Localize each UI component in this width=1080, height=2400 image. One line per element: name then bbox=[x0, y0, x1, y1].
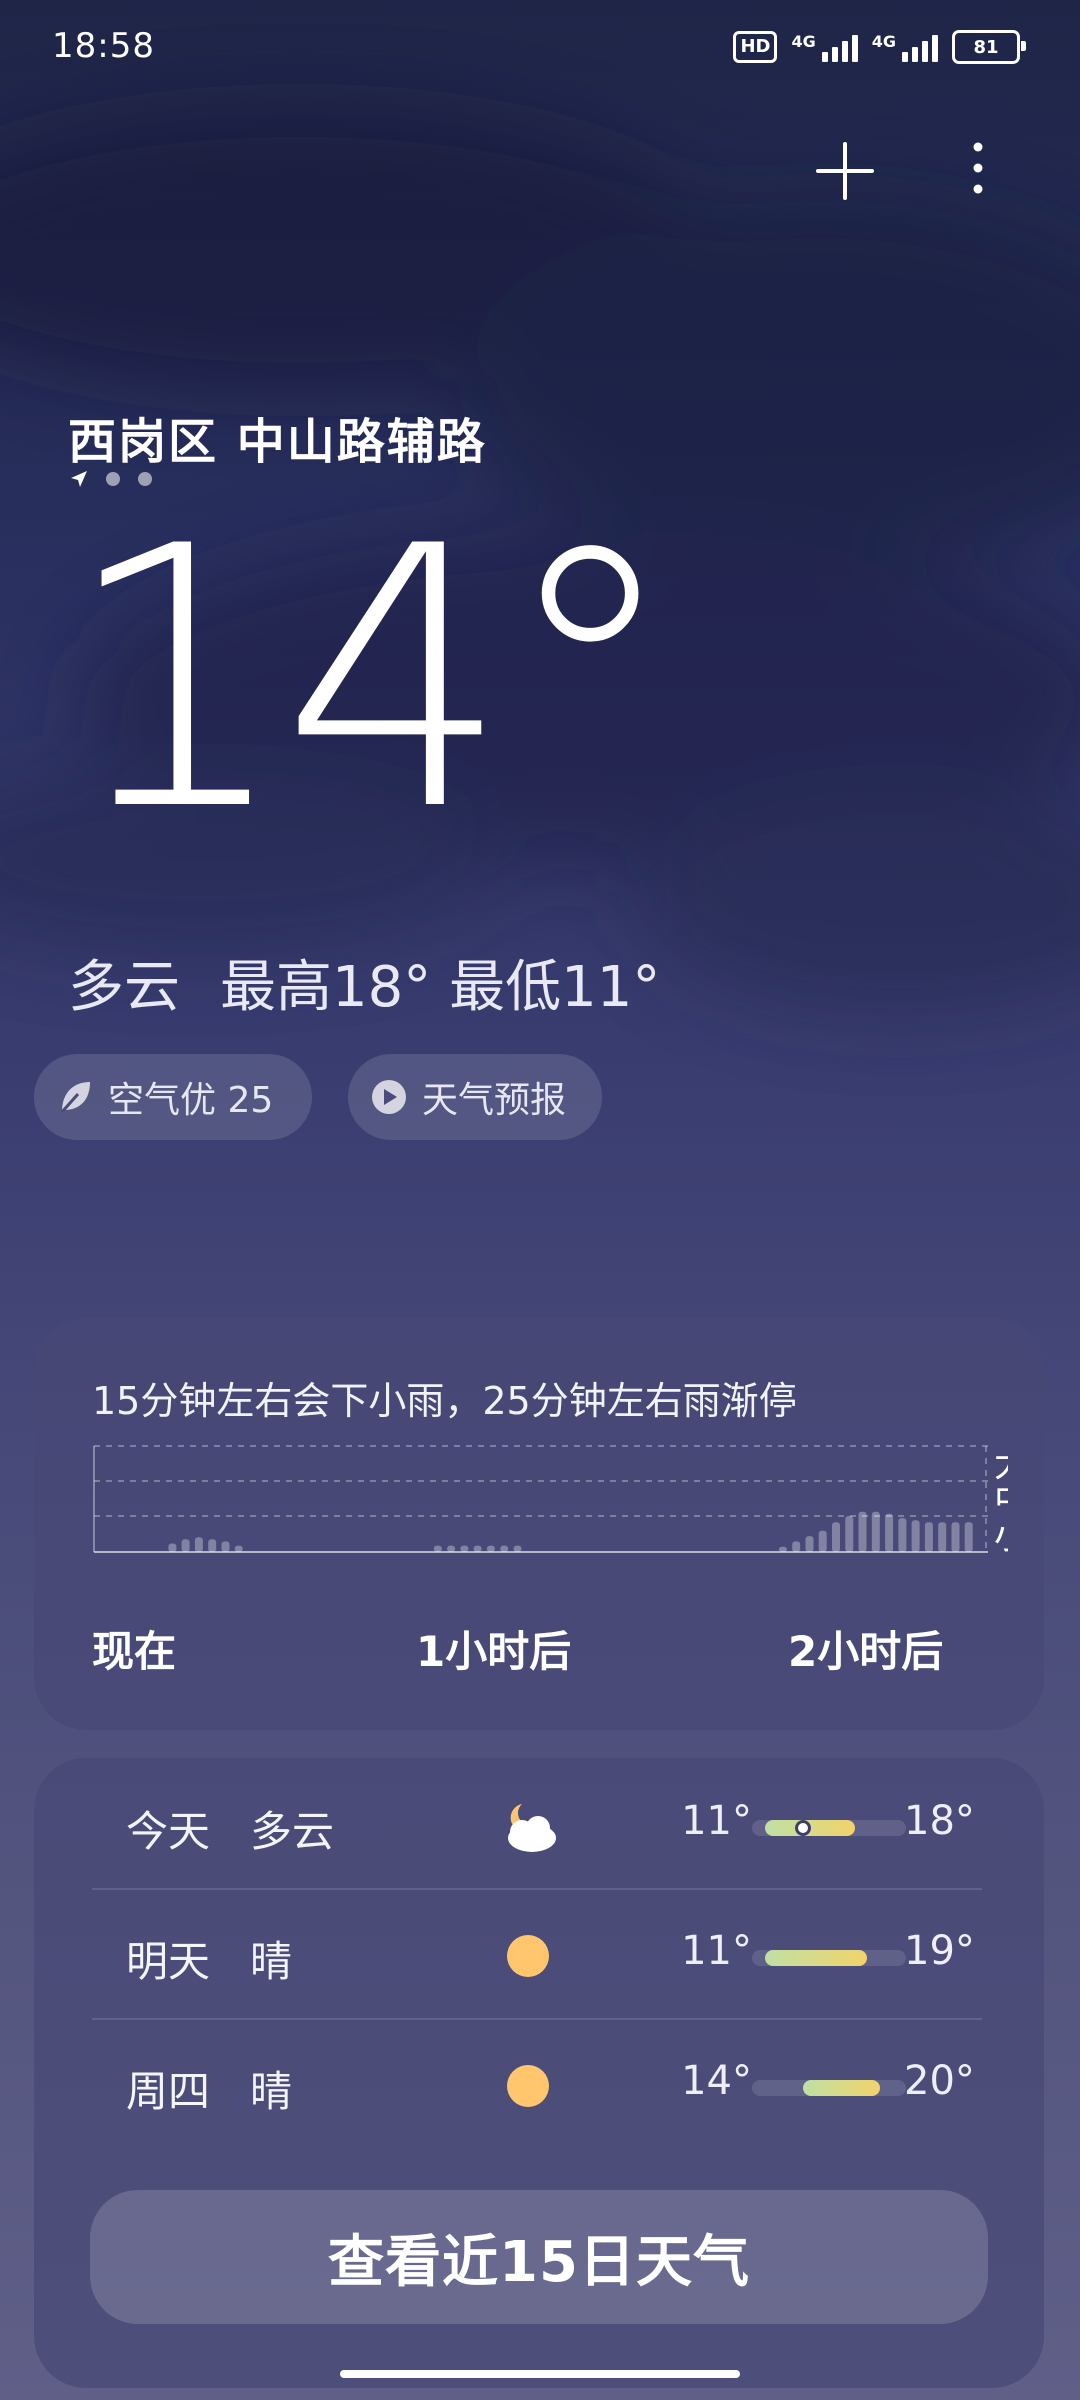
forecast-low: 11° bbox=[681, 1798, 752, 1844]
rain-intensity-bar bbox=[911, 1520, 920, 1552]
status-bar: 18:58 HD 4G 4G 81 bbox=[0, 0, 1080, 100]
rain-intensity-bar bbox=[194, 1537, 203, 1552]
rain-intensity-bar bbox=[168, 1543, 177, 1552]
rain-intensity-bar bbox=[871, 1511, 880, 1552]
rain-intensity-bar bbox=[778, 1546, 787, 1552]
rain-intensity-bar bbox=[234, 1545, 243, 1552]
time-label-now: 现在 bbox=[92, 1627, 177, 1676]
location-name[interactable]: 西岗区 中山路辅路 bbox=[68, 402, 487, 472]
plus-icon bbox=[816, 142, 874, 200]
forecast-day: 明天 bbox=[126, 1937, 211, 1986]
rain-intensity-bar bbox=[473, 1545, 482, 1552]
sun-icon bbox=[507, 1935, 549, 1977]
rain-intensity-bar bbox=[858, 1511, 867, 1552]
rain-intensity-bar bbox=[221, 1541, 230, 1552]
rain-intensity-bar bbox=[885, 1513, 894, 1552]
view-15-day-forecast-button[interactable]: 查看近15日天气 bbox=[90, 2190, 988, 2324]
leaf-icon bbox=[60, 1082, 90, 1113]
forecast-high: 18° bbox=[904, 1798, 975, 1844]
air-quality-label: 空气优 25 bbox=[108, 1080, 274, 1121]
rain-intensity-bar bbox=[447, 1545, 456, 1552]
rain-intensity-bar bbox=[486, 1545, 495, 1552]
forecast-condition: 晴 bbox=[250, 1937, 293, 1986]
high-temperature: 最高18° bbox=[220, 955, 432, 1020]
time-label-2h: 2小时后 bbox=[788, 1627, 944, 1676]
forecast-high: 20° bbox=[904, 2058, 975, 2104]
rain-intensity-bar bbox=[964, 1522, 973, 1552]
rain-intensity-bar bbox=[513, 1545, 522, 1552]
forecast-low: 14° bbox=[681, 2058, 752, 2104]
temperature-range-bar bbox=[752, 2080, 906, 2096]
more-vertical-icon bbox=[973, 142, 983, 194]
time-label-1h: 1小时后 bbox=[416, 1627, 572, 1676]
rain-forecast-card[interactable]: 15分钟左右会下小雨，25分钟左右雨渐停 大 中 小 现在 1小时后 2小时后 bbox=[34, 1318, 1044, 1730]
status-icons: HD 4G 4G 81 bbox=[733, 30, 1026, 64]
battery-level: 81 bbox=[973, 36, 999, 58]
more-menu-button[interactable] bbox=[960, 138, 996, 204]
temperature-range-fill bbox=[803, 2080, 881, 2096]
rain-intensity-bar bbox=[433, 1545, 442, 1552]
forecast-video-label: 天气预报 bbox=[422, 1080, 567, 1121]
temperature-range-bar bbox=[752, 1820, 906, 1836]
rain-intensity-bar bbox=[500, 1545, 509, 1552]
hd-voice-icon: HD bbox=[733, 31, 778, 63]
rain-intensity-bar bbox=[924, 1522, 933, 1552]
weather-summary: 多云 最高18° 最低11° bbox=[68, 942, 660, 1023]
rain-intensity-bar bbox=[845, 1516, 854, 1552]
current-temperature: 14° bbox=[62, 470, 680, 889]
level-light: 小 bbox=[994, 1516, 1008, 1557]
level-heavy: 大 bbox=[994, 1444, 1008, 1485]
rain-message: 15分钟左右会下小雨，25分钟左右雨渐停 bbox=[92, 1379, 797, 1423]
temperature-range-bar bbox=[752, 1950, 906, 1966]
partly-cloudy-night-icon bbox=[508, 1804, 556, 1852]
rain-intensity-bar bbox=[898, 1518, 907, 1552]
rain-intensity-bar bbox=[805, 1536, 814, 1552]
rain-intensity-bar bbox=[951, 1522, 960, 1552]
rain-intensity-bar bbox=[460, 1545, 469, 1552]
status-time: 18:58 bbox=[52, 26, 155, 66]
forecast-condition: 晴 bbox=[250, 2067, 293, 2116]
forecast-row-today[interactable]: 今天 多云 11° 18° bbox=[92, 1758, 982, 1888]
rain-intensity-bar bbox=[938, 1522, 947, 1552]
home-indicator[interactable] bbox=[340, 2370, 740, 2378]
add-city-button[interactable] bbox=[812, 138, 878, 204]
level-medium: 中 bbox=[994, 1480, 1008, 1521]
low-temperature: 最低11° bbox=[449, 955, 661, 1020]
signal-icon-2: 4G bbox=[872, 32, 938, 62]
rain-intensity-bar bbox=[792, 1541, 801, 1552]
sun-icon bbox=[507, 2065, 549, 2107]
forecast-day: 周四 bbox=[126, 2067, 211, 2116]
forecast-day: 今天 bbox=[126, 1807, 211, 1856]
forecast-row-tomorrow[interactable]: 明天 晴 11° 19° bbox=[92, 1888, 982, 2018]
rain-intensity-chart: 大 中 小 bbox=[93, 1444, 1008, 1557]
forecast-condition: 多云 bbox=[250, 1807, 335, 1856]
signal-icon-1: 4G bbox=[791, 32, 858, 62]
rain-intensity-bar bbox=[832, 1522, 840, 1552]
forecast-video-chip[interactable]: 天气预报 bbox=[348, 1054, 602, 1140]
air-quality-chip[interactable]: 空气优 25 bbox=[34, 1054, 312, 1140]
play-circle-icon bbox=[372, 1080, 406, 1114]
forecast-high: 19° bbox=[904, 1928, 975, 1974]
forecast-row-thursday[interactable]: 周四 晴 14° 20° bbox=[92, 2018, 982, 2148]
rain-intensity-bar bbox=[181, 1539, 190, 1552]
daily-forecast-card: 今天 多云 11° 18° 明天 晴 11° 19° 周四 晴 14° 20° … bbox=[34, 1758, 1044, 2388]
temperature-range-fill bbox=[764, 1950, 868, 1966]
current-condition: 多云 bbox=[68, 955, 180, 1020]
battery-icon: 81 bbox=[952, 30, 1026, 64]
forecast-low: 11° bbox=[681, 1928, 752, 1974]
rain-intensity-bar bbox=[208, 1539, 217, 1552]
rain-intensity-bar bbox=[818, 1530, 827, 1552]
